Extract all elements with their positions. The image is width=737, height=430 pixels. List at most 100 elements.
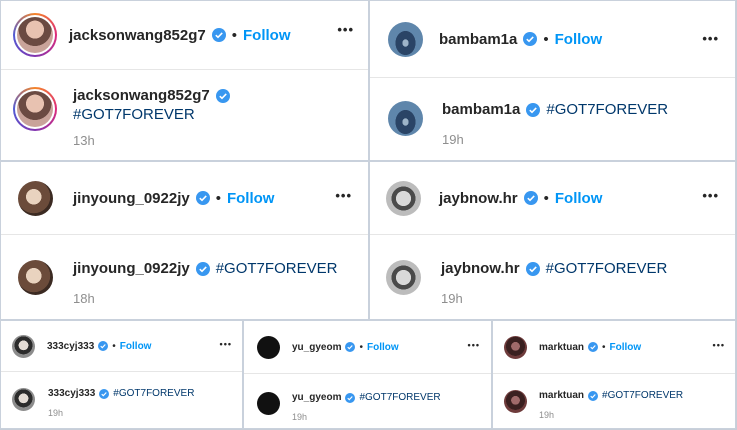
avatar-story-ring[interactable] (13, 13, 57, 57)
verified-badge-icon (345, 342, 356, 352)
avatar (17, 17, 53, 53)
separator-dot: • (112, 340, 116, 352)
avatar-story-ring[interactable] (13, 87, 57, 131)
follow-button[interactable]: Follow (243, 27, 291, 44)
post-caption: yu_gyeom #GOT7FOREVER 19h (244, 392, 491, 422)
separator-dot: • (602, 341, 606, 353)
separator-dot: • (543, 189, 549, 207)
hashtag-link[interactable]: #GOT7FOREVER (602, 390, 683, 401)
follow-button[interactable]: Follow (610, 342, 642, 353)
more-options-button[interactable]: ••• (713, 340, 725, 350)
separator-dot: • (359, 341, 363, 353)
verified-badge-icon (195, 261, 210, 276)
post-panel-yugyeom: yu_gyeom • Follow ••• yu_gyeom #GOT7FORE… (243, 320, 492, 429)
follow-button[interactable]: Follow (120, 341, 152, 352)
caption-username[interactable]: yu_gyeom (292, 392, 341, 403)
post-panel-bambam: bambam1a • Follow ••• bambam1a #GOT7FORE… (369, 0, 736, 161)
follow-button[interactable]: Follow (367, 342, 399, 353)
avatar[interactable] (12, 388, 35, 411)
post-header: marktuan • Follow ••• (493, 321, 735, 374)
post-header: jinyoung_0922jy • Follow ••• (1, 162, 368, 235)
post-header: bambam1a • Follow ••• (370, 1, 735, 78)
verified-badge-icon (525, 261, 540, 276)
hashtag-link[interactable]: #GOT7FOREVER (359, 392, 440, 403)
username-link[interactable]: jacksonwang852g7 (69, 27, 206, 44)
verified-badge-icon (211, 28, 226, 42)
more-options-button[interactable]: ••• (702, 31, 719, 46)
more-options-button[interactable]: ••• (335, 188, 352, 203)
verified-badge-icon (588, 390, 599, 401)
avatar[interactable] (18, 260, 53, 295)
post-timestamp: 19h (48, 408, 64, 418)
post-header: jacksonwang852g7 • Follow ••• (1, 1, 368, 70)
hashtag-link[interactable]: #GOT7FOREVER (113, 388, 194, 399)
avatar[interactable] (386, 180, 421, 216)
follow-button[interactable]: Follow (555, 190, 603, 207)
post-header: yu_gyeom • Follow ••• (244, 321, 491, 374)
follow-button[interactable]: Follow (555, 31, 603, 48)
hashtag-link[interactable]: #GOT7FOREVER (546, 101, 668, 118)
post-caption: bambam1a #GOT7FOREVER 19h (370, 101, 735, 147)
avatar[interactable] (257, 335, 280, 359)
verified-badge-icon (195, 191, 210, 205)
post-panel-jaybnow: jaybnow.hr • Follow ••• jaybnow.hr #GOT7… (369, 161, 736, 320)
post-timestamp: 13h (73, 133, 95, 148)
post-panel-jacksonwang: jacksonwang852g7 • Follow ••• jacksonwan… (0, 0, 369, 161)
avatar[interactable] (388, 101, 423, 136)
username-link[interactable]: yu_gyeom (292, 342, 341, 353)
verified-badge-icon (588, 342, 599, 352)
avatar[interactable] (504, 390, 527, 413)
post-caption: jinyoung_0922jy #GOT7FOREVER 18h (1, 260, 368, 306)
post-caption: marktuan #GOT7FOREVER 19h (493, 390, 735, 420)
post-timestamp: 19h (442, 132, 464, 147)
post-panel-marktuan: marktuan • Follow ••• marktuan #GOT7FORE… (492, 320, 736, 429)
verified-badge-icon (215, 88, 230, 103)
verified-badge-icon (345, 392, 356, 403)
more-options-button[interactable]: ••• (468, 340, 480, 350)
more-options-button[interactable]: ••• (702, 188, 719, 203)
username-link[interactable]: marktuan (539, 342, 584, 353)
follow-button[interactable]: Follow (227, 190, 275, 207)
post-caption: 333cyj333 #GOT7FOREVER 19h (1, 388, 242, 418)
verified-badge-icon (523, 191, 538, 205)
post-timestamp: 19h (292, 412, 308, 422)
post-header: jaybnow.hr • Follow ••• (370, 162, 735, 235)
post-panel-333cyj333: 333cyj333 • Follow ••• 333cyj333 #GOT7FO… (0, 320, 243, 429)
separator-dot: • (231, 26, 237, 44)
post-timestamp: 19h (539, 410, 555, 420)
post-header: 333cyj333 • Follow ••• (1, 321, 242, 372)
avatar[interactable] (388, 21, 423, 57)
hashtag-link[interactable]: #GOT7FOREVER (216, 260, 338, 277)
separator-dot: • (543, 30, 549, 48)
post-caption: jacksonwang852g7 #GOT7FOREVER 13h (1, 87, 368, 148)
avatar[interactable] (386, 260, 421, 295)
username-link[interactable]: jaybnow.hr (439, 190, 518, 207)
hashtag-link[interactable]: #GOT7FOREVER (73, 106, 230, 123)
username-link[interactable]: jinyoung_0922jy (73, 190, 190, 207)
avatar (17, 91, 53, 127)
caption-username[interactable]: marktuan (539, 390, 584, 401)
caption-username[interactable]: jinyoung_0922jy (73, 260, 190, 277)
avatar[interactable] (12, 334, 35, 358)
hashtag-link[interactable]: #GOT7FOREVER (546, 260, 668, 277)
username-link[interactable]: 333cyj333 (47, 341, 94, 352)
avatar[interactable] (504, 335, 527, 359)
verified-badge-icon (98, 341, 109, 351)
verified-badge-icon (99, 388, 110, 399)
avatar[interactable] (257, 392, 280, 415)
username-link[interactable]: bambam1a (439, 31, 517, 48)
caption-username[interactable]: bambam1a (442, 101, 520, 118)
caption-username[interactable]: jacksonwang852g7 (73, 87, 210, 104)
caption-username[interactable]: jaybnow.hr (441, 260, 520, 277)
verified-badge-icon (523, 32, 538, 46)
separator-dot: • (215, 189, 221, 207)
post-panel-jinyoung: jinyoung_0922jy • Follow ••• jinyoung_09… (0, 161, 369, 320)
more-options-button[interactable]: ••• (220, 339, 232, 349)
post-timestamp: 19h (441, 291, 463, 306)
caption-username[interactable]: 333cyj333 (48, 388, 95, 399)
verified-badge-icon (526, 102, 541, 117)
avatar[interactable] (18, 180, 53, 216)
post-caption: jaybnow.hr #GOT7FOREVER 19h (370, 260, 735, 306)
post-timestamp: 18h (73, 291, 95, 306)
more-options-button[interactable]: ••• (337, 22, 354, 37)
